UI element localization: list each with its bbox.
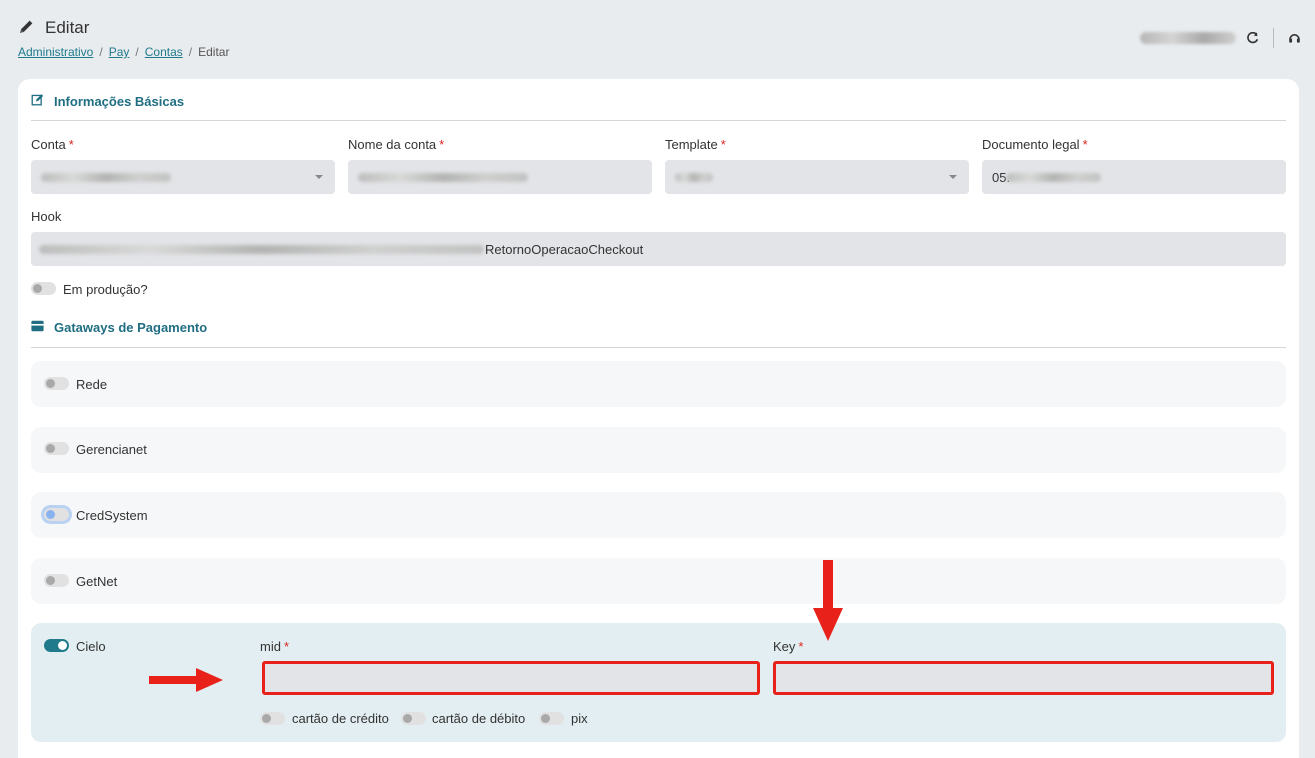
pencil-icon — [18, 18, 35, 38]
chevron-down-icon — [949, 175, 957, 179]
edit-square-icon — [31, 93, 44, 109]
user-name-redacted — [1140, 32, 1236, 44]
nome-conta-value-redacted — [358, 173, 528, 182]
chevron-down-icon — [315, 175, 323, 179]
producao-label: Em produção? — [63, 282, 148, 297]
producao-toggle[interactable] — [31, 282, 56, 295]
cielo-toggle[interactable] — [44, 639, 69, 652]
section-basic-info: Informações Básicas — [31, 93, 184, 109]
conta-value-redacted — [41, 173, 171, 182]
user-toolbar — [1140, 28, 1301, 48]
pix-label: pix — [571, 711, 588, 726]
refresh-icon[interactable] — [1246, 31, 1259, 45]
template-value-redacted — [675, 173, 713, 182]
nome-conta-input[interactable] — [348, 160, 652, 194]
breadcrumb: Administrativo / Pay / Contas / Editar — [18, 45, 229, 59]
gerencianet-toggle[interactable] — [44, 442, 69, 455]
debito-toggle[interactable] — [401, 712, 426, 725]
pix-toggle[interactable] — [539, 712, 564, 725]
conta-select[interactable] — [31, 160, 335, 194]
getnet-label: GetNet — [76, 574, 118, 589]
section-gateways-title: Gataways de Pagamento — [54, 320, 208, 335]
getnet-toggle[interactable] — [44, 574, 69, 587]
hook-value-redacted — [39, 245, 484, 254]
gerencianet-label: Gerencianet — [76, 442, 147, 457]
section-divider — [31, 347, 1286, 348]
conta-label: Conta * — [31, 137, 74, 152]
edit-card: Informações Básicas Conta * Nome da conta… — [18, 79, 1299, 758]
documento-label: Documento legal * — [982, 137, 1088, 152]
template-select[interactable] — [665, 160, 969, 194]
page-header: Editar Administrativo / Pay / Contas / E… — [18, 18, 229, 59]
gateway-row-gerencianet: Gerencianet — [31, 427, 1286, 473]
gateway-row-credsystem: CredSystem — [31, 492, 1286, 538]
cielo-label: Cielo — [76, 639, 106, 654]
breadcrumb-separator: / — [99, 45, 103, 59]
hook-input[interactable]: RetornoOperacaoCheckout — [31, 232, 1286, 266]
headset-icon[interactable] — [1288, 32, 1301, 45]
breadcrumb-administrativo[interactable]: Administrativo — [18, 45, 93, 59]
credito-toggle[interactable] — [260, 712, 285, 725]
title-row: Editar — [18, 18, 229, 38]
breadcrumb-current: Editar — [198, 45, 230, 59]
breadcrumb-separator: / — [135, 45, 139, 59]
breadcrumb-separator: / — [188, 45, 193, 59]
credsystem-label: CredSystem — [76, 508, 148, 523]
mid-label: mid * — [260, 639, 290, 654]
section-gateways: Gataways de Pagamento — [31, 320, 207, 335]
key-label: Key * — [773, 639, 804, 654]
toolbar-divider — [1273, 28, 1274, 48]
rede-label: Rede — [76, 377, 108, 392]
hook-label: Hook — [31, 209, 62, 224]
documento-input[interactable]: 05. — [982, 160, 1286, 194]
gateway-row-rede: Rede — [31, 361, 1286, 407]
annotation-arrow-right-icon — [149, 668, 223, 692]
credito-label: cartão de crédito — [292, 711, 389, 726]
key-input[interactable] — [773, 661, 1274, 695]
rede-toggle[interactable] — [44, 377, 69, 390]
template-label: Template * — [665, 137, 726, 152]
section-basic-info-title: Informações Básicas — [54, 93, 185, 109]
annotation-arrow-down-icon — [813, 560, 843, 641]
credsystem-toggle[interactable] — [44, 508, 69, 521]
debito-label: cartão de débito — [432, 711, 526, 726]
nome-conta-label: Nome da conta * — [348, 137, 445, 152]
page-title: Editar — [45, 18, 90, 37]
gateway-row-getnet: GetNet — [31, 558, 1286, 604]
breadcrumb-contas[interactable]: Contas — [145, 45, 183, 59]
section-divider — [31, 120, 1286, 121]
hook-suffix: RetornoOperacaoCheckout — [485, 242, 644, 257]
documento-value-redacted — [1006, 173, 1101, 182]
breadcrumb-pay[interactable]: Pay — [109, 45, 130, 59]
card-icon — [31, 320, 44, 335]
mid-input[interactable] — [262, 661, 760, 695]
